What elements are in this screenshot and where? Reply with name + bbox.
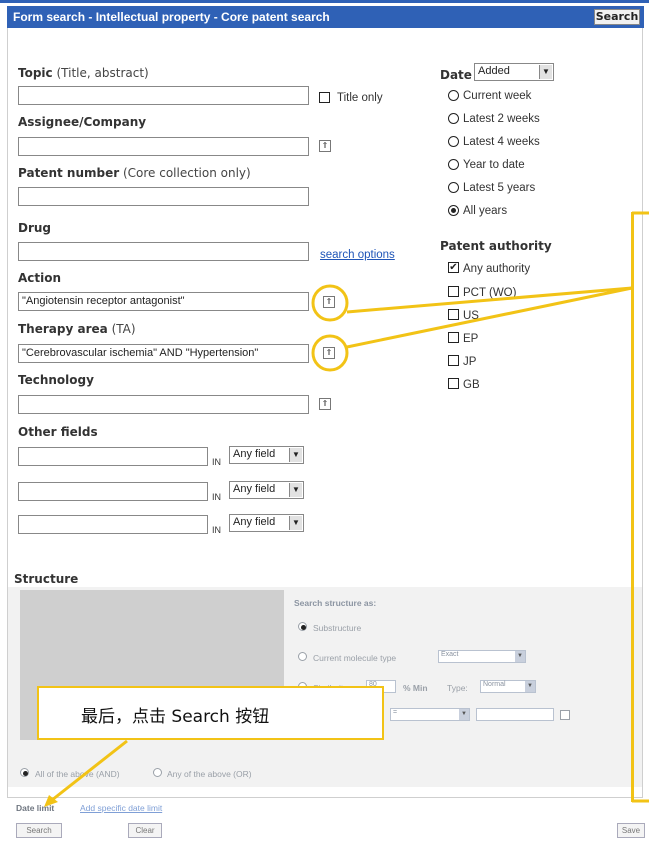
pointer-line-therapy — [346, 286, 633, 349]
highlight-circle-action — [311, 284, 349, 322]
instruction-callout-text: 最后，点击 Search 按钮 — [81, 707, 270, 727]
instruction-callout: 最后，点击 Search 按钮 — [37, 686, 384, 740]
highlight-circle-therapy — [311, 334, 349, 372]
bracket-vertical-line — [631, 212, 634, 802]
callout-arrow-line — [51, 739, 128, 802]
pointer-line-action — [346, 286, 633, 314]
